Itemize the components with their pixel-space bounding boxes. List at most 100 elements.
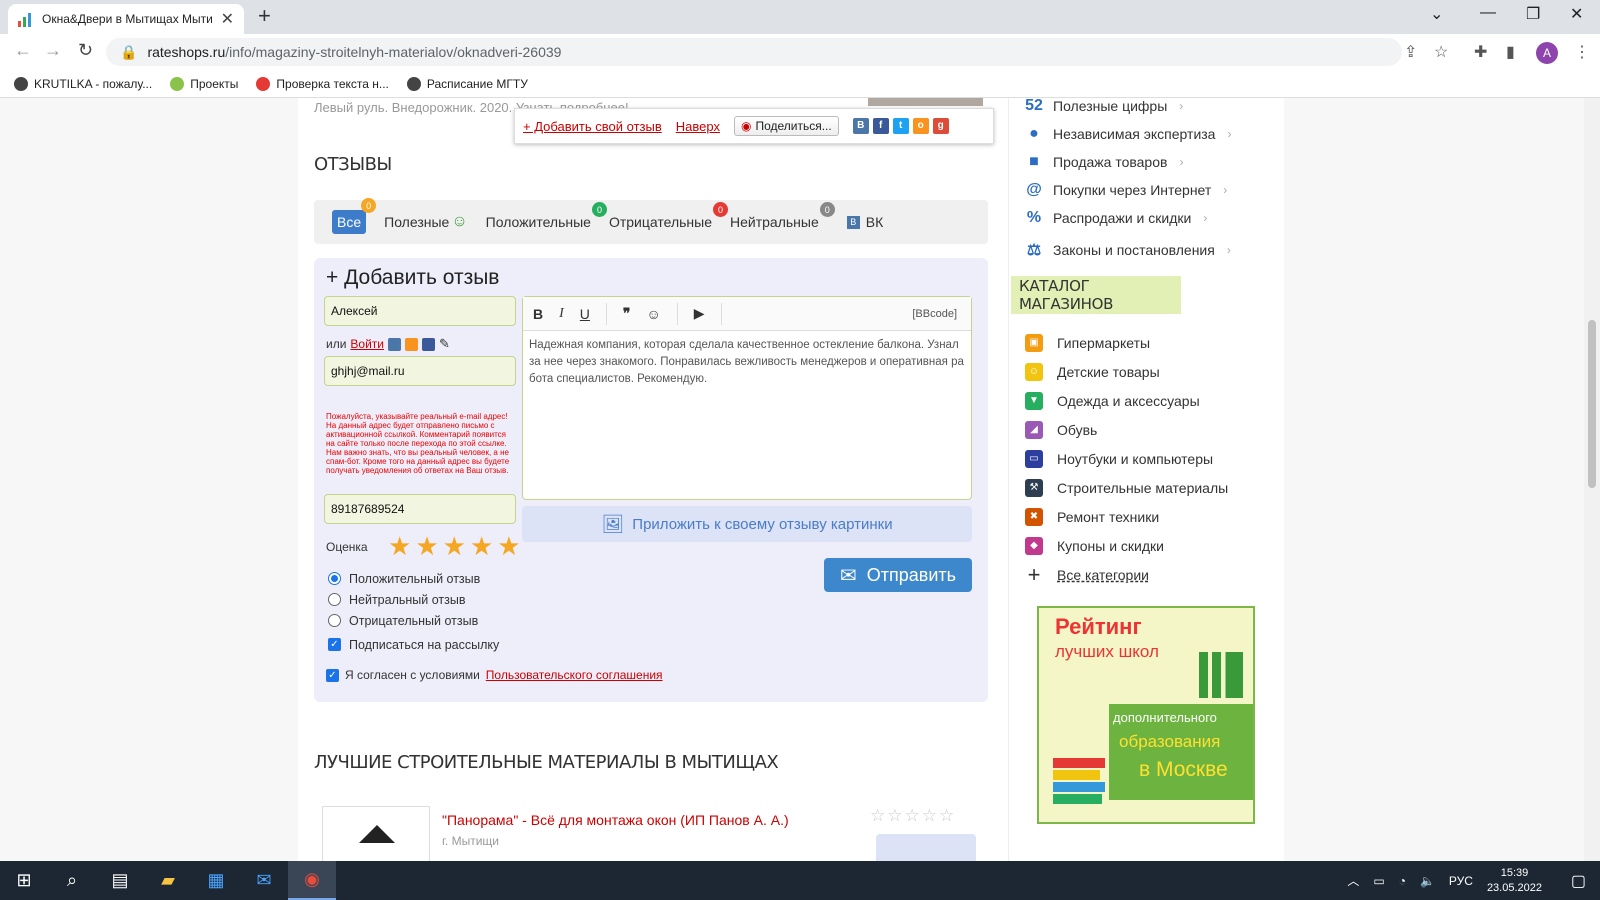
filter-vk[interactable]: B ВК [846, 214, 883, 230]
star-icon[interactable]: ★ [388, 533, 411, 559]
menu-icon[interactable]: ⋮ [1574, 42, 1590, 62]
edit-login-icon[interactable]: ✎ [439, 336, 450, 352]
file-explorer-icon[interactable]: ▰ [144, 861, 192, 900]
bookmark-item[interactable]: Расписание МГТУ [406, 76, 528, 91]
scrollbar-thumb[interactable] [1588, 320, 1596, 488]
share-page-icon[interactable]: ⇪ [1404, 42, 1417, 62]
facebook-share-icon[interactable]: f [872, 118, 889, 134]
catalog-all-categories[interactable]: + Все категории [1025, 560, 1228, 589]
send-button[interactable]: ✉ Отправить [824, 558, 972, 592]
twitter-share-icon[interactable]: t [892, 118, 909, 134]
minimize-icon[interactable]: — [1480, 4, 1496, 22]
bookmark-item[interactable]: KRUTILKA - пожалу... [14, 76, 152, 91]
clock[interactable]: 15:39 23.05.2022 [1487, 866, 1542, 896]
ok-share-icon[interactable]: o [912, 118, 929, 134]
bookmark-item[interactable]: Проекты [170, 76, 238, 91]
vk-login-icon[interactable] [388, 337, 402, 351]
terms-link[interactable]: Пользовательского соглашения [486, 668, 663, 682]
store-icon[interactable]: ▦ [192, 861, 240, 900]
catalog-item-building[interactable]: ⚒ Строительные материалы [1025, 473, 1228, 502]
mail-icon[interactable]: ✉ [240, 861, 288, 900]
bookmark-item[interactable]: Проверка текста н... [256, 76, 389, 91]
task-view-icon[interactable]: ▤ [96, 861, 144, 900]
catalog-item-kids[interactable]: ☺ Детские товары [1025, 357, 1228, 386]
sidebar-item-discounts[interactable]: % Распродажи и скидки › [1025, 204, 1231, 232]
star-icon[interactable]: ★ [443, 533, 466, 559]
extensions-icon[interactable]: ✚ [1474, 42, 1487, 62]
filter-positive[interactable]: Положительные 0 [486, 202, 607, 230]
radio-negative[interactable]: Отрицательный отзыв [328, 610, 499, 631]
sidebar-item-numbers[interactable]: 52 Полезные цифры › [1025, 98, 1231, 120]
radio-neutral[interactable]: Нейтральный отзыв [328, 589, 499, 610]
schools-rating-banner[interactable]: Рейтинг лучших школ дополнительного обра… [1037, 606, 1255, 824]
name-input[interactable]: Алексей [324, 296, 516, 326]
vk-share-icon[interactable]: B [852, 118, 869, 134]
to-top-link[interactable]: Наверх [676, 119, 720, 134]
battery-icon[interactable]: ▭ [1373, 874, 1384, 888]
sidebar-item-expertise[interactable]: ● Независимая экспертиза › [1025, 120, 1231, 148]
filter-useful[interactable]: Полезные ☺ [384, 213, 468, 231]
new-tab-button[interactable]: + [258, 3, 271, 29]
close-window-icon[interactable]: ✕ [1570, 4, 1583, 24]
page-scrollbar[interactable] [1584, 98, 1600, 861]
tab-search-icon[interactable]: ⌄ [1430, 4, 1443, 24]
filter-negative[interactable]: Отрицательные 0 [609, 202, 728, 230]
language-indicator[interactable]: РУС [1449, 874, 1473, 888]
review-textarea[interactable]: Надежная компания, которая сделала качес… [523, 331, 971, 394]
tray-overflow-icon[interactable]: ︿ [1347, 872, 1359, 889]
smiley-icon[interactable]: ☺ [646, 306, 660, 322]
side-panel-icon[interactable]: ▮ [1506, 42, 1515, 62]
bookmark-star-icon[interactable]: ☆ [1434, 42, 1448, 62]
catalog-item-clothes[interactable]: ▼ Одежда и аксессуары [1025, 386, 1228, 415]
bbcode-toggle[interactable]: [BBcode] [912, 308, 957, 320]
back-icon[interactable]: ← [14, 40, 32, 61]
url-bar[interactable]: 🔒 rateshops.ru/info/magaziny-stroitelnyh… [106, 38, 1402, 66]
login-link[interactable]: Войти [350, 337, 384, 351]
radio-button[interactable] [328, 572, 341, 585]
bold-icon[interactable]: B [533, 306, 543, 322]
search-icon[interactable]: ⌕ [48, 861, 96, 900]
wifi-icon[interactable]: ◔ [1399, 874, 1406, 888]
ok-login-icon[interactable] [405, 337, 419, 351]
star-icon[interactable]: ★ [497, 533, 520, 559]
terms-checkbox[interactable]: ✓ [326, 668, 339, 682]
filter-all[interactable]: Все 0 [332, 198, 377, 234]
radio-positive[interactable]: Положительный отзыв [328, 568, 499, 589]
quote-icon[interactable]: ❞ [623, 305, 631, 322]
shop-name-link[interactable]: "Панорама" - Всё для монтажа окон (ИП Па… [442, 812, 789, 828]
catalog-item-computers[interactable]: ▭ Ноутбуки и компьютеры [1025, 444, 1228, 473]
video-icon[interactable]: ▶ [694, 305, 705, 322]
lock-icon[interactable]: 🔒 [120, 44, 137, 61]
reload-icon[interactable]: ↻ [78, 40, 93, 61]
googleplus-share-icon[interactable]: g [932, 118, 949, 134]
checkbox-checked-icon[interactable]: ✓ [328, 638, 341, 651]
star-icon[interactable]: ★ [415, 533, 438, 559]
phone-field[interactable]: 89187689524 [324, 494, 516, 524]
browser-tab[interactable]: Окна&Двери в Мытищах Мыти ✕ [8, 4, 244, 34]
subscribe-checkbox[interactable]: ✓ Подписаться на рассылку [328, 634, 499, 655]
restore-icon[interactable]: ❐ [1526, 4, 1540, 24]
italic-icon[interactable]: I [559, 306, 564, 322]
share-button[interactable]: ◉ Поделиться... [733, 116, 839, 136]
volume-icon[interactable]: 🔈 [1420, 874, 1435, 888]
catalog-item-shoes[interactable]: ◢ Обувь [1025, 415, 1228, 444]
shop-logo-card[interactable] [322, 806, 430, 861]
sidebar-item-sales[interactable]: ■ Продажа товаров › [1025, 148, 1231, 176]
shop-button[interactable] [876, 834, 976, 861]
sidebar-item-internet[interactable]: @ Покупки через Интернет › [1025, 176, 1231, 204]
facebook-login-icon[interactable] [422, 337, 436, 351]
sidebar-item-laws[interactable]: ⚖ Законы и постановления › [1025, 236, 1231, 264]
windows-start-icon[interactable]: ⊞ [0, 861, 48, 900]
tab-close-icon[interactable]: ✕ [221, 9, 234, 29]
add-review-link[interactable]: + Добавить свой отзыв [523, 119, 662, 134]
catalog-item-hypermarkets[interactable]: ▣ Гипермаркеты [1025, 328, 1228, 357]
star-icon[interactable]: ★ [470, 533, 493, 559]
filter-neutral[interactable]: Нейтральные 0 [730, 202, 835, 230]
catalog-item-coupons[interactable]: ◆ Купоны и скидки [1025, 531, 1228, 560]
notifications-icon[interactable]: ▢ [1571, 871, 1586, 891]
profile-avatar[interactable]: A [1536, 42, 1558, 64]
catalog-item-repair[interactable]: ✖ Ремонт техники [1025, 502, 1228, 531]
attach-images-button[interactable]: 🖼 Приложить к своему отзыву картинки [522, 506, 972, 542]
radio-button[interactable] [328, 614, 341, 627]
radio-button[interactable] [328, 593, 341, 606]
